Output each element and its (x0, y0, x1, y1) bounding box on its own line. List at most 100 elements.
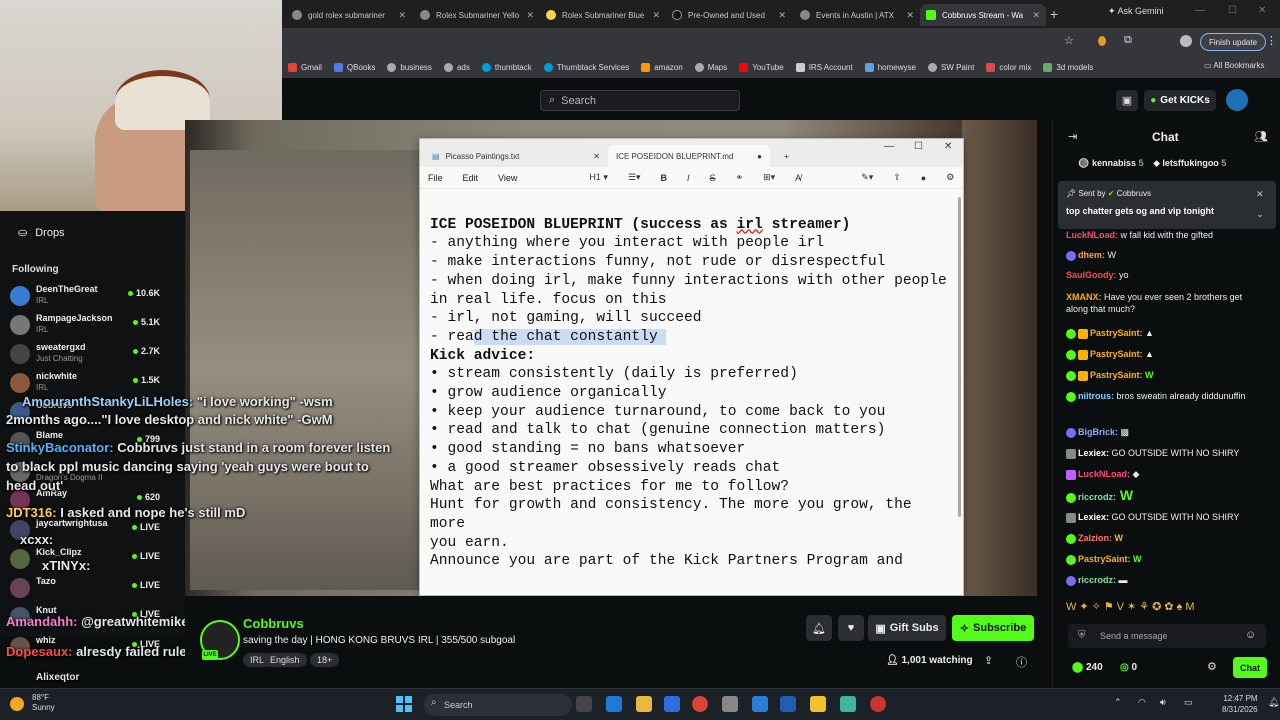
new-tab-button[interactable]: + (776, 145, 797, 167)
bookmark[interactable]: YouTube (739, 62, 784, 72)
chat-message[interactable]: PastrySaint: ▲ (1066, 327, 1266, 339)
windows-start-icon[interactable] (396, 696, 412, 712)
chevron-down-icon[interactable]: ⌄ (1256, 209, 1264, 220)
chat-message[interactable]: SaulGoody: yo (1066, 269, 1266, 281)
bookmark[interactable]: IRS Account (795, 62, 853, 72)
account-icon[interactable]: ● (921, 173, 926, 183)
app-icon[interactable] (840, 696, 856, 712)
menu-file[interactable]: File (428, 173, 443, 183)
menu-view[interactable]: View (498, 173, 517, 183)
chat-message[interactable]: riccrodz: W (1066, 488, 1266, 503)
chat-message[interactable]: niitrous: bros sweatin already diddunuff… (1066, 390, 1266, 402)
new-tab-button[interactable]: + (1050, 6, 1058, 22)
taskbar-search[interactable]: Search (424, 694, 572, 716)
channel-points[interactable]: ⬤ 240 (1072, 662, 1103, 673)
editor-tab-active[interactable]: ICE POSEIDON BLUEPRINT.md ● (608, 145, 770, 167)
bookmark[interactable]: business (387, 62, 432, 72)
editor-content[interactable]: ICE POSEIDON BLUEPRINT (success as irl s… (430, 197, 955, 593)
table-icon[interactable]: ⊞▾ (763, 172, 775, 183)
close-icon[interactable]: ✕ (778, 10, 786, 21)
bookmark[interactable]: Thumbtack Services (543, 62, 629, 72)
chat-message[interactable]: Zalzion: W (1066, 532, 1266, 544)
chat-message[interactable]: BigBrick: ▩ (1066, 426, 1266, 438)
all-bookmarks[interactable]: ▭ All Bookmarks (1204, 61, 1264, 70)
bold-icon[interactable]: B (661, 173, 668, 183)
extension-icon[interactable] (1098, 36, 1106, 46)
tray-chevron-icon[interactable]: ⌃ (1114, 697, 1122, 708)
bookmark[interactable]: amazon (641, 62, 683, 72)
tag-pill[interactable]: 18+ (310, 653, 340, 667)
browser-tab-active[interactable]: Cobbruvs Stream - Wa ✕ (920, 4, 1046, 26)
strikethrough-icon[interactable]: S (710, 173, 716, 183)
search-input[interactable]: ⌕ Search (540, 90, 740, 111)
app-icon[interactable] (870, 696, 886, 712)
streamer-name[interactable]: Cobbruvs (243, 616, 304, 631)
bookmark[interactable]: thumbtack (481, 62, 532, 72)
chat-message[interactable]: LuckNLoad: ◆ (1066, 468, 1266, 480)
ask-gemini-button[interactable]: ✦ Ask Gemini (1108, 6, 1164, 17)
bookmark[interactable]: 3d models (1043, 62, 1093, 72)
chat-message[interactable]: Lexiex: GO OUTSIDE WITH NO SHIRY (1066, 511, 1266, 523)
app-icon[interactable] (606, 696, 622, 712)
browser-tab[interactable]: gold rolex submariner ✕ (286, 4, 412, 26)
close-icon[interactable]: ✕ (652, 10, 660, 21)
avatar[interactable] (1226, 89, 1248, 111)
heading-dropdown[interactable]: H1 ▾ (589, 172, 608, 183)
bookmark[interactable]: QBooks (333, 62, 375, 72)
notepad-window[interactable]: ▤ Picasso Paintings.txt ✕ ICE POSEIDON BLU… (419, 138, 964, 596)
sidebar-channel[interactable]: DeenTheGreat IRL 10.6K (10, 284, 160, 308)
browser-tab[interactable]: Events in Austin | ATX ✕ (794, 4, 920, 26)
emoji-icon[interactable]: ☺ (1245, 629, 1256, 641)
share-icon[interactable]: ⇪ (984, 654, 993, 667)
volume-icon[interactable]: 🔊︎ (1160, 697, 1166, 708)
users-icon[interactable]: 👥︎ (1254, 130, 1268, 143)
menu-edit[interactable]: Edit (463, 173, 479, 183)
close-icon[interactable]: ✕ (398, 10, 406, 21)
chat-message[interactable]: LuckNLoad: w fall kid with the gifted (1066, 229, 1266, 241)
close-icon[interactable]: ✕ (593, 152, 600, 161)
kebab-menu-icon[interactable]: ⋮ (1266, 34, 1277, 47)
chrome-icon[interactable] (692, 696, 708, 712)
close-icon[interactable]: ✕ (944, 141, 952, 152)
browser-tab[interactable]: Rolex Submariner Yello ✕ (414, 4, 540, 26)
tag-pill[interactable]: English (263, 653, 307, 667)
clear-format-icon[interactable]: A̸ (795, 173, 801, 183)
bell-icon[interactable]: 🔔︎ (806, 615, 832, 641)
bookmark[interactable]: ads (443, 62, 470, 72)
emote-bar[interactable]: W✦✧⚑V✶⚘✪✿♠M (1066, 600, 1198, 613)
word-icon[interactable] (780, 696, 796, 712)
sidebar-channel[interactable]: sweatergxd Just Chatting 2.7K (10, 342, 160, 366)
puzzle-icon[interactable]: ⧉ (1124, 34, 1132, 47)
bookmark[interactable]: homewyse (864, 62, 916, 72)
notification-icon[interactable]: 🔔︎ (1268, 697, 1279, 708)
star-icon[interactable]: ☆ (1064, 34, 1074, 47)
library-icon[interactable]: ▣ (1116, 90, 1138, 111)
info-icon[interactable]: ⓘ (1016, 654, 1027, 670)
sidebar-channel[interactable]: Tazo LIVE (10, 576, 160, 600)
send-chat-button[interactable]: Chat (1233, 657, 1267, 678)
sidebar-channel[interactable]: nickwhite IRL 1.5K (10, 371, 160, 395)
chat-message[interactable]: XMANX: Have you ever seen 2 brothers get… (1066, 291, 1266, 315)
scrollbar[interactable] (958, 197, 961, 517)
chat-message[interactable]: PastrySaint: W (1066, 369, 1266, 381)
battery-icon[interactable]: ▭ (1184, 697, 1193, 708)
chat-message[interactable]: Lexiex: GO OUTSIDE WITH NO SHIRY (1066, 447, 1266, 459)
browser-tab[interactable]: Pre-Owned and Used ✕ (666, 4, 792, 26)
settings-icon[interactable]: ⚙ (1207, 660, 1217, 673)
weather-widget[interactable]: 88°F Sunny (32, 693, 55, 713)
app-icon[interactable] (752, 696, 768, 712)
maximize-icon[interactable]: ☐ (1228, 5, 1237, 16)
chat-message[interactable]: dhem: W (1066, 249, 1266, 261)
chat-message[interactable]: riccrodz: ▬ (1066, 574, 1266, 586)
close-icon[interactable]: ✕ (526, 10, 534, 21)
copilot-icon[interactable]: ✎▾ (861, 172, 873, 183)
heart-icon[interactable]: ♥ (838, 615, 864, 641)
get-kicks-button[interactable]: ● Get KICKs (1144, 90, 1216, 111)
subscribe-button[interactable]: ✧ Subscribe (952, 615, 1034, 641)
chat-message[interactable]: PastrySaint: ▲ (1066, 348, 1266, 360)
close-icon[interactable]: ✕ (906, 10, 914, 21)
file-explorer-icon[interactable] (636, 696, 652, 712)
drops-link[interactable]: ⛀ Drops (18, 226, 65, 240)
minimize-icon[interactable]: — (884, 141, 894, 152)
bookmark[interactable]: SW Paint (927, 62, 974, 72)
